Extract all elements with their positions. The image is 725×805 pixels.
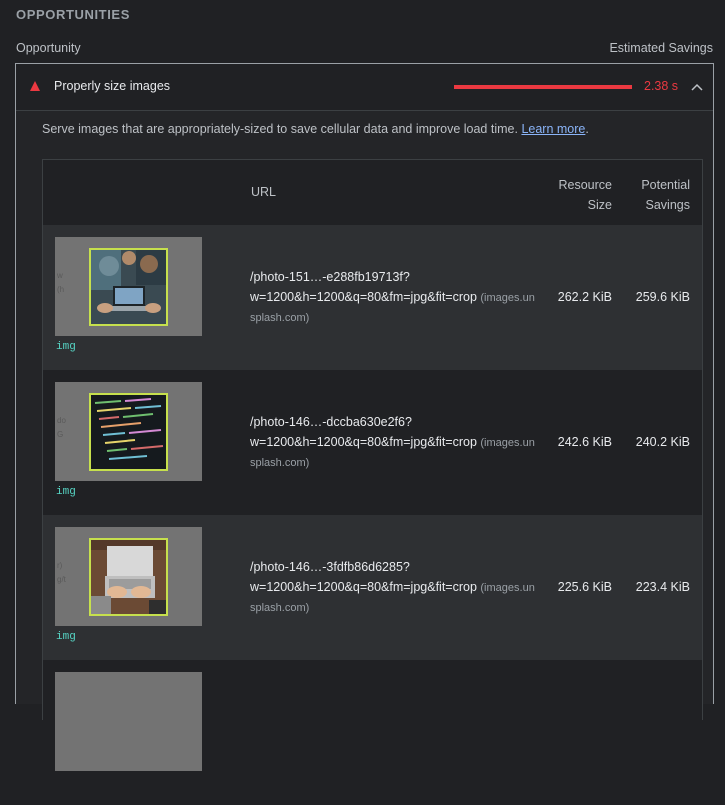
- table-row: w (h img /photo-151…-e288fb19713f? w=120…: [43, 225, 702, 370]
- savings-bar-fill: [454, 85, 632, 89]
- header-resource-size: Resource Size: [532, 175, 613, 215]
- url-origin-cont: splash.com): [250, 312, 310, 324]
- header-potential-savings: Potential Savings: [620, 175, 690, 215]
- table-row: [43, 660, 702, 805]
- url-line-1: /photo-151…-e288fb19713f?: [250, 270, 410, 284]
- url-line-2: w=1200&h=1200&q=80&fm=jpg&fit=crop (imag…: [250, 432, 540, 453]
- url-query: w=1200&h=1200&q=80&fm=jpg&fit=crop: [250, 435, 477, 449]
- fail-triangle-icon: [30, 81, 40, 91]
- savings-bar: [454, 85, 632, 89]
- resource-url[interactable]: /photo-151…-e288fb19713f? w=1200&h=1200&…: [250, 267, 540, 328]
- opportunity-column-header: Opportunity: [16, 41, 81, 55]
- table-row: r) g/t img /photo-146…-3fdfb86d6285? w=1…: [43, 515, 702, 660]
- resource-url[interactable]: /photo-146…-dccba630e2f6? w=1200&h=1200&…: [250, 412, 540, 473]
- url-origin: (images.un: [480, 292, 535, 304]
- resource-size-cell: 262.2 KiB: [557, 290, 612, 304]
- url-line-2: w=1200&h=1200&q=80&fm=jpg&fit=crop (imag…: [250, 577, 540, 598]
- highlighted-image: [89, 538, 168, 616]
- estimated-savings-column-header: Estimated Savings: [609, 41, 713, 55]
- element-screenshot[interactable]: do G: [55, 382, 202, 481]
- element-screenshot[interactable]: [55, 672, 202, 771]
- description-text: Serve images that are appropriately-size…: [42, 122, 518, 136]
- highlighted-image: [89, 248, 168, 326]
- resource-size-cell: 242.6 KiB: [557, 435, 612, 449]
- element-screenshot[interactable]: r) g/t: [55, 527, 202, 626]
- header-url: URL: [251, 185, 277, 199]
- photo-laptop-desk-image: [91, 540, 166, 614]
- url-origin-cont: splash.com): [250, 602, 310, 614]
- url-query: w=1200&h=1200&q=80&fm=jpg&fit=crop: [250, 290, 477, 304]
- table-header: URL Resource Size Potential Savings: [43, 160, 702, 225]
- url-line-2: w=1200&h=1200&q=80&fm=jpg&fit=crop (imag…: [250, 287, 540, 308]
- url-origin: (images.un: [480, 582, 535, 594]
- photo-code-screen-image: [91, 395, 166, 469]
- url-origin: (images.un: [480, 437, 535, 449]
- header-resource-size-line1: Resource: [558, 178, 613, 192]
- chevron-up-icon[interactable]: [688, 78, 706, 96]
- details-table: URL Resource Size Potential Savings w (h: [42, 159, 703, 805]
- screenshot-ghost-text: do G: [57, 416, 66, 439]
- photo-laptop-team-image: [91, 250, 166, 324]
- section-title: OPPORTUNITIES: [16, 7, 130, 22]
- potential-savings-cell: 259.6 KiB: [635, 290, 690, 304]
- url-line-1: /photo-146…-dccba630e2f6?: [250, 415, 412, 429]
- resource-size-cell: 225.6 KiB: [557, 580, 612, 594]
- table-row: do G img /photo-146…-dccba630e2f6? w=120…: [43, 370, 702, 515]
- url-query: w=1200&h=1200&q=80&fm=jpg&fit=crop: [250, 580, 477, 594]
- savings-value: 2.38 s: [644, 79, 679, 93]
- audit-description: Serve images that are appropriately-size…: [42, 122, 589, 136]
- screenshot-ghost-text: r) g/t: [57, 561, 66, 584]
- audit-properly-size-images: Properly size images 2.38 s Serve images…: [15, 63, 714, 805]
- header-resource-size-line2: Size: [587, 198, 612, 212]
- learn-more-link[interactable]: Learn more: [521, 122, 585, 136]
- resource-url[interactable]: /photo-146…-3fdfb86d6285? w=1200&h=1200&…: [250, 557, 540, 618]
- highlighted-image: [89, 393, 168, 471]
- audit-header[interactable]: Properly size images 2.38 s: [16, 64, 713, 111]
- potential-savings-cell: 223.4 KiB: [635, 580, 690, 594]
- url-origin-cont: splash.com): [250, 457, 310, 469]
- screenshot-ghost-text: w (h: [57, 271, 65, 294]
- node-label[interactable]: img: [56, 341, 76, 353]
- audit-title[interactable]: Properly size images: [54, 79, 170, 93]
- header-potential-savings-line2: Savings: [645, 198, 690, 212]
- node-label[interactable]: img: [56, 631, 76, 643]
- node-label[interactable]: img: [56, 486, 76, 498]
- header-potential-savings-line1: Potential: [641, 178, 690, 192]
- chevron-up-icon-svg: [691, 83, 703, 91]
- description-end: .: [585, 122, 589, 136]
- element-screenshot[interactable]: w (h: [55, 237, 202, 336]
- potential-savings-cell: 240.2 KiB: [635, 435, 690, 449]
- url-line-1: /photo-146…-3fdfb86d6285?: [250, 560, 410, 574]
